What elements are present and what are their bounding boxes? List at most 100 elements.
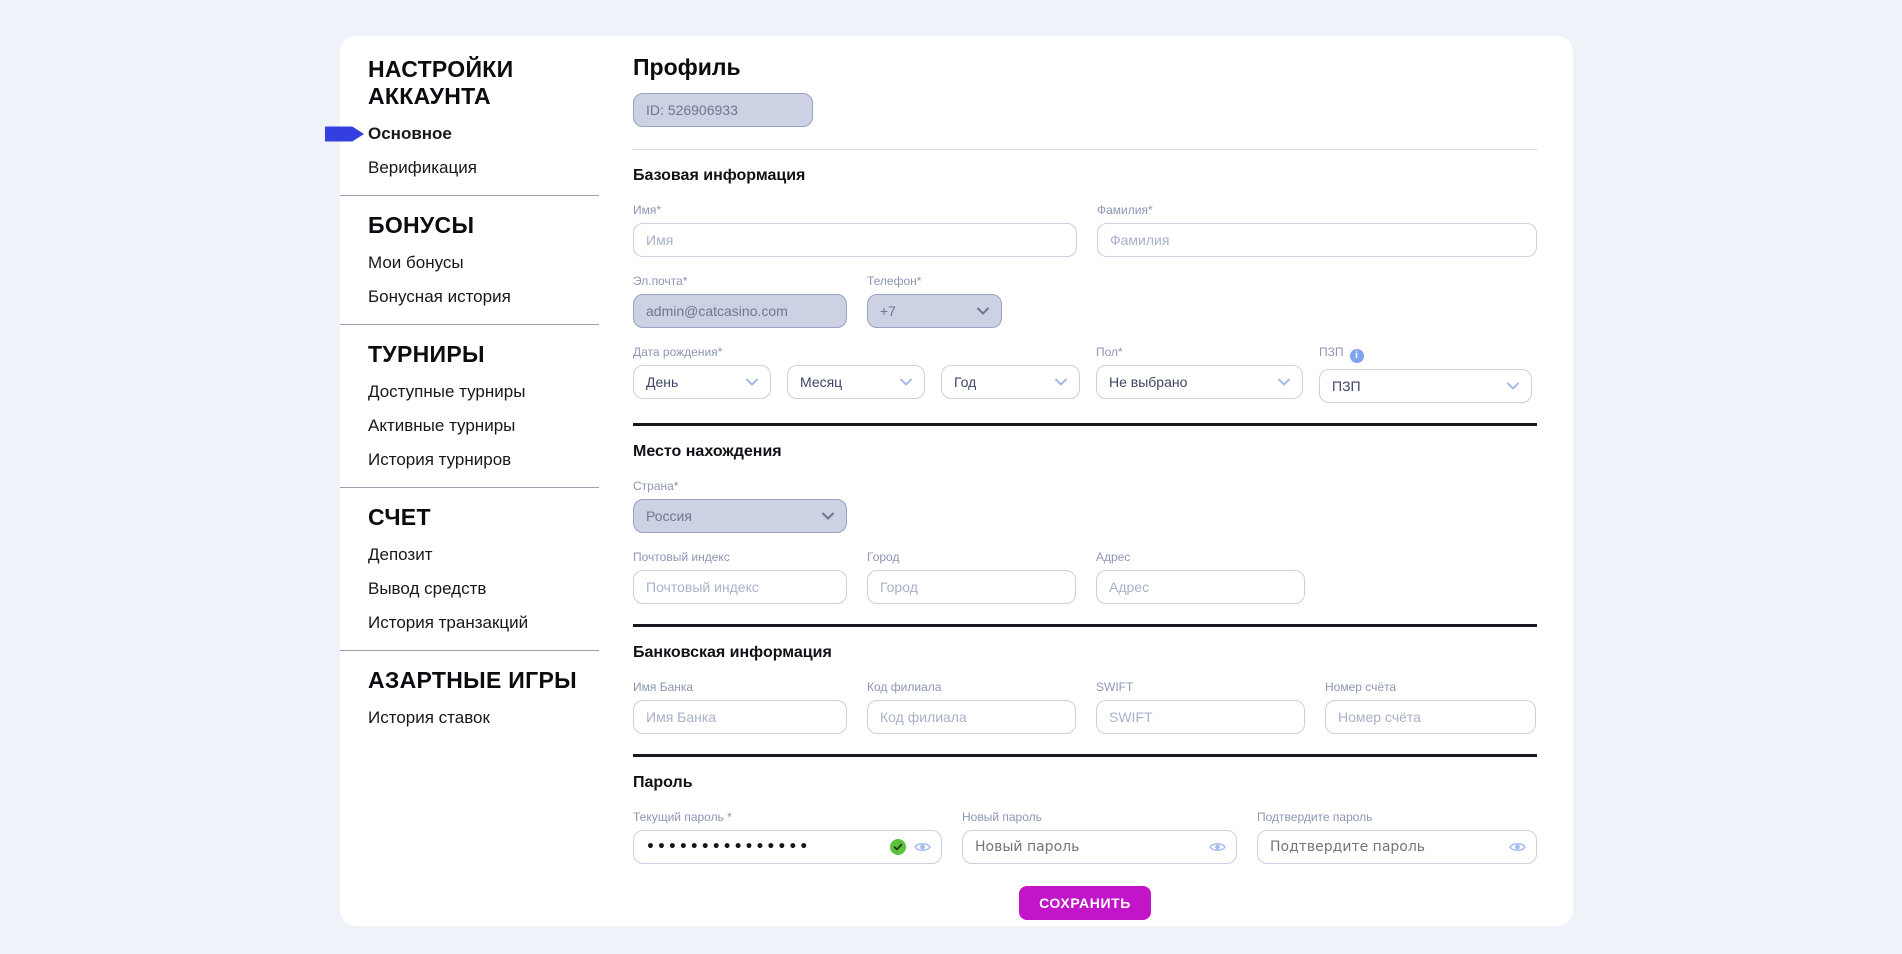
divider [633,624,1537,627]
country-field-group: Страна* Россия [633,479,847,533]
confirm-password-field-group: Подтвердите пароль [1257,810,1537,864]
sidebar-item-tournament-history[interactable]: История турниров [340,450,599,470]
sidebar-divider [340,487,599,488]
current-password-box [633,830,942,864]
divider [633,149,1537,150]
sidebar-item-active-tournaments[interactable]: Активные турниры [340,416,599,436]
form-row: Текущий пароль * Новый пароль [633,810,1537,864]
current-password-input[interactable] [646,839,882,855]
first-name-field-group: Имя* [633,203,1077,257]
sidebar-item-verification[interactable]: Верификация [340,158,599,178]
birth-year-select[interactable]: Год [941,365,1080,399]
divider [633,423,1537,426]
active-arrow-icon [325,127,364,142]
chevron-down-icon [822,512,834,520]
chevron-down-icon [977,307,989,315]
birth-month-select[interactable]: Месяц [787,365,925,399]
birth-date-label: Дата рождения* [633,345,771,359]
save-button[interactable]: СОХРАНИТЬ [1019,886,1151,920]
gender-value: Не выбрано [1109,374,1187,390]
profile-form: Профиль Базовая информация Имя* Фамилия*… [599,36,1574,926]
current-password-label: Текущий пароль * [633,810,942,824]
sidebar-item-transaction-history[interactable]: История транзакций [340,613,599,633]
birth-month-field-group: Месяц [787,345,925,403]
sidebar-item-deposit[interactable]: Депозит [340,545,599,565]
account-number-field-group: Номер счёта [1325,680,1536,734]
phone-select: +7 [867,294,1002,328]
last-name-input[interactable] [1097,223,1537,257]
phone-label: Телефон* [867,274,1002,288]
new-password-box [962,830,1237,864]
sidebar-item-my-bonuses[interactable]: Мои бонусы [340,253,599,273]
sidebar-item-bet-history[interactable]: История ставок [340,708,599,728]
sidebar-item-available-tournaments[interactable]: Доступные турниры [340,382,599,402]
first-name-input[interactable] [633,223,1077,257]
birth-month-value: Месяц [800,374,842,390]
bank-name-label: Имя Банка [633,680,847,694]
sidebar-group-title-gambling: АЗАРТНЫЕ ИГРЫ [340,667,599,694]
form-row: Имя Банка Код филиала SWIFT Номер счёта [633,680,1537,734]
profile-id-field [633,93,813,127]
account-number-input[interactable] [1325,700,1536,734]
divider [633,754,1537,757]
postal-code-field-group: Почтовый индекс [633,550,847,604]
branch-code-input[interactable] [867,700,1076,734]
country-value: Россия [646,508,692,524]
swift-field-group: SWIFT [1096,680,1305,734]
birth-day-value: День [646,374,678,390]
info-icon[interactable] [1350,349,1364,363]
chevron-down-icon [1278,378,1290,386]
sidebar-item-withdrawal[interactable]: Вывод средств [340,579,599,599]
swift-input[interactable] [1096,700,1305,734]
form-row: Дата рождения* День Месяц [633,345,1537,403]
last-name-label: Фамилия* [1097,203,1537,217]
new-password-input[interactable] [975,839,1201,855]
eye-icon[interactable] [914,841,931,853]
eye-icon[interactable] [1509,841,1526,853]
city-field-group: Город [867,550,1076,604]
pzp-field-group: ПЗП ПЗП [1319,345,1532,403]
branch-code-label: Код филиала [867,680,1076,694]
sidebar-item-label: История транзакций [368,613,528,632]
postal-code-label: Почтовый индекс [633,550,847,564]
postal-code-input[interactable] [633,570,847,604]
sidebar-group-title-tournaments: ТУРНИРЫ [340,341,599,368]
new-password-field-group: Новый пароль [962,810,1237,864]
city-input[interactable] [867,570,1076,604]
branch-code-field-group: Код филиала [867,680,1076,734]
birth-year-value: Год [954,374,976,390]
account-number-label: Номер счёта [1325,680,1536,694]
sidebar-group-title-account: СЧЕТ [340,504,599,531]
bank-name-input[interactable] [633,700,847,734]
gender-select[interactable]: Не выбрано [1096,365,1303,399]
sidebar-item-label: Активные турниры [368,416,515,435]
chevron-down-icon [1055,378,1067,386]
phone-field-group: Телефон* +7 [867,274,1002,328]
pzp-select[interactable]: ПЗП [1319,369,1532,403]
chevron-down-icon [1507,382,1519,390]
sidebar-item-bonus-history[interactable]: Бонусная история [340,287,599,307]
confirm-password-input[interactable] [1270,839,1501,855]
birth-month-label [787,345,925,359]
pzp-value: ПЗП [1332,378,1361,394]
email-field-group: Эл.почта* [633,274,847,328]
section-title-password: Пароль [633,773,1537,792]
sidebar-group-title-bonuses: БОНУСЫ [340,212,599,239]
sidebar-item-label: Верификация [368,158,477,177]
sidebar-item-main[interactable]: Основное [340,124,599,144]
sidebar-item-label: История турниров [368,450,511,469]
address-input[interactable] [1096,570,1305,604]
sidebar-group-title-account-settings: НАСТРОЙКИ АККАУНТА [340,56,599,110]
eye-icon[interactable] [1209,841,1226,853]
confirm-password-label: Подтвердите пароль [1257,810,1537,824]
chevron-down-icon [900,378,912,386]
form-row: Эл.почта* Телефон* +7 [633,274,1537,328]
pzp-label: ПЗП [1319,345,1532,363]
page-title: Профиль [633,54,1537,81]
last-name-field-group: Фамилия* [1097,203,1537,257]
pzp-label-text: ПЗП [1319,345,1344,359]
birth-day-select[interactable]: День [633,365,771,399]
country-select: Россия [633,499,847,533]
sidebar-item-label: Основное [368,124,452,143]
first-name-label: Имя* [633,203,1077,217]
